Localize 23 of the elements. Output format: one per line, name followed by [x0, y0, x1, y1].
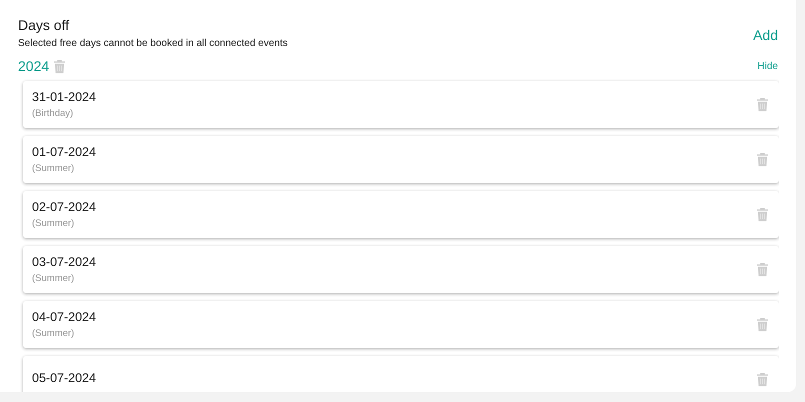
trash-icon[interactable]	[756, 152, 769, 167]
day-date: 01-07-2024	[32, 145, 96, 159]
hide-button[interactable]: Hide	[757, 60, 778, 72]
day-date: 03-07-2024	[32, 255, 96, 269]
trash-icon[interactable]	[756, 262, 769, 277]
trash-icon[interactable]	[756, 317, 769, 332]
day-reason: (Summer)	[32, 273, 76, 284]
add-button[interactable]: Add	[753, 27, 778, 43]
year-label: 2024	[18, 58, 50, 74]
section-description: Selected free days cannot be booked in all connected events	[18, 38, 288, 49]
day-date: 05-07-2024	[32, 370, 96, 384]
day-date: 04-07-2024	[32, 310, 96, 324]
day-reason: (Summer)	[32, 218, 76, 229]
day-reason: (Summer)	[32, 163, 76, 174]
day-date: 31-01-2024	[32, 90, 96, 104]
trash-icon[interactable]	[756, 207, 769, 222]
day-reason: (Summer)	[32, 328, 76, 339]
day-reason: (Birthday)	[32, 108, 74, 119]
trash-icon[interactable]	[756, 97, 769, 112]
trash-icon[interactable]	[756, 372, 769, 387]
section-title: Days off	[18, 17, 70, 33]
trash-icon[interactable]	[53, 58, 66, 74]
day-date: 02-07-2024	[32, 200, 96, 214]
